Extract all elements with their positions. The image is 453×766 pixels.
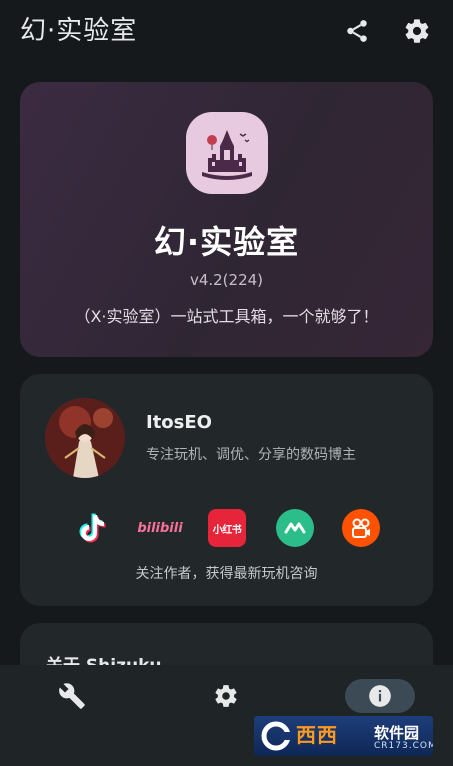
author-description: 专注玩机、调优、分享的数码博主: [146, 447, 356, 463]
kuaishou-icon[interactable]: [276, 509, 314, 547]
watermark-c-icon: [261, 721, 292, 751]
app-title: 幻·实验室: [20, 16, 138, 46]
follow-prompt: 关注作者，获得最新玩机咨询: [135, 566, 318, 582]
avatar[interactable]: [45, 398, 125, 478]
top-app-bar: 幻·实验室: [0, 0, 453, 62]
bilibili-logo-text: bilibili: [137, 520, 183, 536]
douyin-icon[interactable]: [72, 509, 110, 547]
nav-tools[interactable]: [37, 679, 107, 713]
hero-title: 幻·实验室: [153, 223, 300, 261]
gear-icon: [405, 19, 429, 43]
gear-icon: [215, 685, 237, 707]
wrench-icon: [59, 683, 85, 709]
author-name: ItosEO: [146, 412, 212, 433]
watermark-brand: 西西: [296, 723, 338, 747]
share-button[interactable]: [340, 14, 374, 48]
slogan-text: （X·实验室）一站式工具箱，一个就够了！: [74, 307, 379, 326]
social-links: bilibili 小红书: [72, 509, 392, 549]
app-info-card: 幻·实验室 v4.2(224) （X·实验室）一站式工具箱，一个就够了！: [20, 82, 433, 357]
kuaishou-app-icon[interactable]: [342, 509, 380, 547]
app-screen: 幻·实验室 幻·实验室 v4.2(224) （X·实验室）一站式工具箱，一个就够…: [0, 0, 453, 766]
nav-settings[interactable]: [191, 679, 261, 713]
xiaohongshu-icon[interactable]: 小红书: [208, 509, 246, 547]
watermark-url: CR173.COM: [374, 741, 433, 751]
xiaohongshu-logo-text: 小红书: [212, 524, 242, 536]
share-icon: [347, 20, 367, 42]
nav-about[interactable]: [345, 679, 415, 713]
version-label: v4.2(224): [189, 271, 264, 289]
settings-button[interactable]: [400, 14, 434, 48]
bilibili-icon[interactable]: bilibili: [137, 509, 183, 547]
watermark-text: 软件园: [374, 724, 420, 742]
author-card: ItosEO 专注玩机、调优、分享的数码博主 bilibili 小红书 关注作者…: [20, 374, 433, 606]
castle-logo-icon: [186, 112, 268, 194]
info-icon: [369, 685, 391, 707]
watermark-logo: 西西 软件园 CR173.COM: [254, 716, 433, 756]
